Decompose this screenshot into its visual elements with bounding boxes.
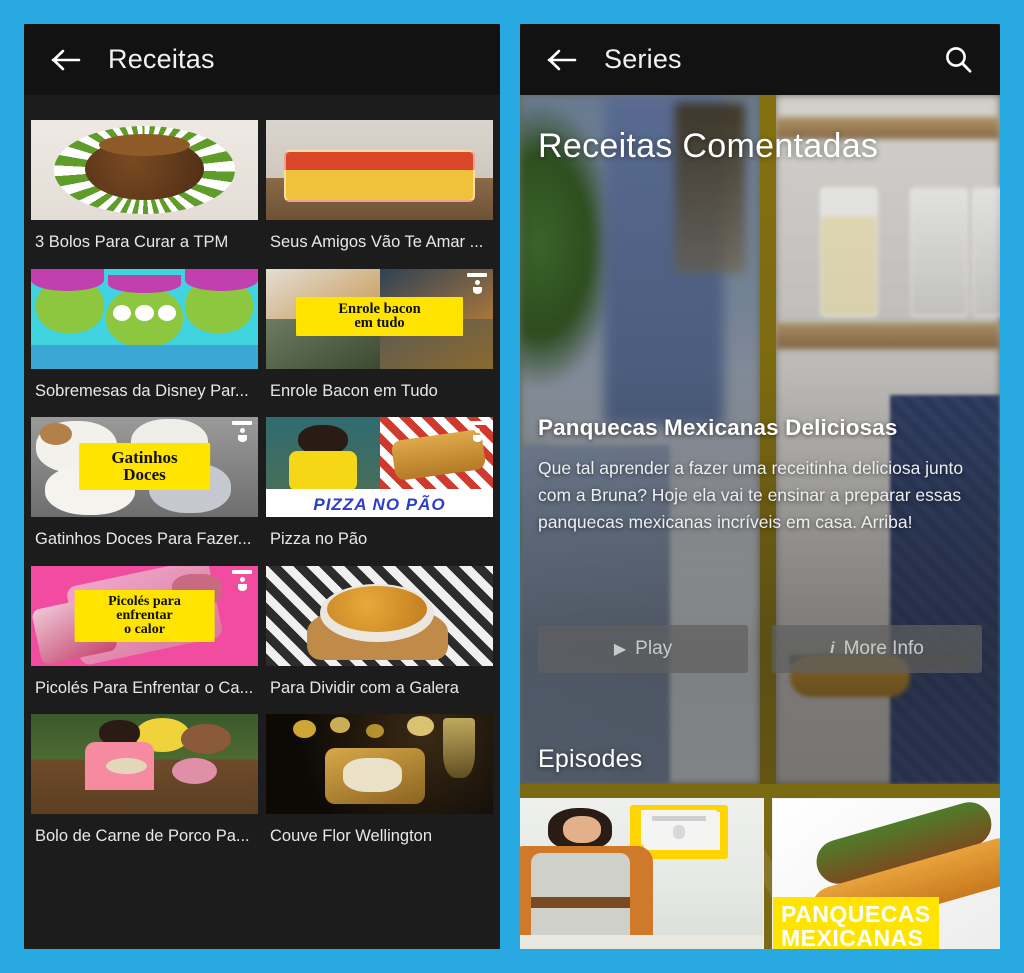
hero-action-buttons: ▶ Play i More Info bbox=[538, 625, 982, 673]
featured-episode-description: Que tal aprender a fazer uma receitinha … bbox=[538, 458, 964, 533]
page-title: Series bbox=[604, 44, 682, 74]
more-info-button-label: More Info bbox=[843, 638, 924, 659]
left-appbar: Receitas bbox=[24, 24, 500, 95]
more-options-icon[interactable] bbox=[467, 421, 487, 443]
thumbnail-overlay-text: Enrole bacon em tudo bbox=[295, 296, 464, 337]
play-button-label: Play bbox=[635, 638, 673, 659]
screenshot-stage: Receitas 3 Bolos Para Curar a TPM Seus A… bbox=[0, 0, 1024, 973]
play-icon: ▶ bbox=[613, 641, 627, 658]
episode-card[interactable]: PANQUECASMEXICANAS Panquecas Mexicanas D… bbox=[772, 798, 1000, 949]
thumbnail-art bbox=[31, 268, 258, 369]
recipe-thumbnail: Enrole bacon em tudo bbox=[266, 268, 493, 369]
hero-content: Receitas Comentadas Panquecas Mexicanas … bbox=[520, 95, 1000, 784]
episode-thumbnail bbox=[520, 798, 764, 949]
thumbnail-art bbox=[31, 120, 258, 220]
episodes-section: MENTADAS de Prali... bbox=[520, 784, 1000, 949]
recipe-title: Sobremesas da Disney Par... bbox=[35, 381, 249, 400]
thumbnail-art bbox=[520, 799, 763, 949]
recipe-title: Gatinhos Doces Para Fazer... bbox=[35, 530, 252, 548]
recipes-grid: 3 Bolos Para Curar a TPM Seus Amigos Vão… bbox=[24, 120, 500, 863]
recipe-card[interactable]: 3 Bolos Para Curar a TPM bbox=[31, 120, 258, 269]
recipe-title: Para Dividir com a Galera bbox=[270, 678, 459, 697]
page-title: Receitas bbox=[108, 44, 215, 74]
thumbnail-art bbox=[31, 714, 258, 814]
recipe-thumbnail bbox=[266, 120, 493, 220]
recipe-card[interactable]: Couve Flor Wellington bbox=[266, 714, 493, 863]
thumbnail-overlay-text: PANQUECAS MEXICANAS bbox=[773, 897, 939, 949]
recipe-card[interactable]: Picolés para enfrentar o calor Picolés Par… bbox=[31, 565, 258, 715]
play-button[interactable]: ▶ Play bbox=[538, 625, 748, 673]
recipe-title: Bolo de Carne de Porco Pa... bbox=[35, 827, 250, 845]
recipe-title: Couve Flor Wellington bbox=[270, 827, 433, 845]
info-icon: i bbox=[830, 640, 835, 657]
recipe-thumbnail: Gatinhos Doces bbox=[31, 417, 258, 517]
right-phone-panel: Series Receitas Comentadas Panquecas Mex… bbox=[520, 24, 1000, 949]
arrow-left-icon bbox=[51, 49, 81, 70]
recipe-title: Picolés Para Enfrentar o Ca... bbox=[35, 678, 254, 697]
arrow-left-icon bbox=[547, 49, 577, 70]
recipe-thumbnail bbox=[31, 268, 258, 369]
recipe-thumbnail: Picolés para enfrentar o calor bbox=[31, 565, 258, 666]
more-options-icon[interactable] bbox=[232, 569, 252, 592]
recipe-card[interactable]: Sobremesas da Disney Par... bbox=[31, 268, 258, 418]
more-options-icon[interactable] bbox=[232, 421, 252, 443]
back-button[interactable] bbox=[44, 38, 88, 82]
recipe-thumbnail: PIZZA NO PÃO bbox=[266, 417, 493, 517]
recipe-card[interactable]: Enrole bacon em tudo Enrole Bacon em Tudo bbox=[266, 268, 493, 418]
thumbnail-art bbox=[266, 714, 493, 814]
back-button[interactable] bbox=[540, 38, 584, 82]
thumbnail-overlay-text: Picolés para enfrentar o calor bbox=[74, 589, 215, 643]
episodes-heading: Episodes bbox=[538, 745, 643, 773]
recipe-card[interactable]: Bolo de Carne de Porco Pa... bbox=[31, 714, 258, 863]
recipe-thumbnail bbox=[266, 565, 493, 666]
left-phone-panel: Receitas 3 Bolos Para Curar a TPM Seus A… bbox=[24, 24, 500, 949]
recipe-title: 3 Bolos Para Curar a TPM bbox=[35, 233, 229, 251]
search-icon bbox=[946, 46, 972, 73]
thumbnail-overlay-text: Gatinhos Doces bbox=[78, 443, 211, 490]
recipe-title: Enrole Bacon em Tudo bbox=[270, 381, 438, 400]
recipe-title: Pizza no Pão bbox=[270, 530, 368, 548]
recipe-thumbnail bbox=[31, 120, 258, 220]
more-options-icon[interactable] bbox=[467, 272, 487, 295]
right-appbar: Series bbox=[520, 24, 1000, 95]
featured-episode-title: Panquecas Mexicanas Deliciosas bbox=[538, 415, 898, 440]
recipe-thumbnail bbox=[31, 714, 258, 814]
recipe-card[interactable]: Seus Amigos Vão Te Amar ... bbox=[266, 120, 493, 269]
episode-thumbnail: PANQUECAS MEXICANAS bbox=[772, 798, 1000, 949]
recipe-title: Seus Amigos Vão Te Amar ... bbox=[270, 233, 484, 251]
recipes-scroll-area[interactable]: 3 Bolos Para Curar a TPM Seus Amigos Vão… bbox=[24, 95, 500, 949]
episodes-carousel[interactable]: de Prali... PANQUECASMEXICANAS Panquecas… bbox=[520, 784, 1000, 949]
thumbnail-art bbox=[266, 120, 493, 220]
series-hero: Receitas Comentadas Panquecas Mexicanas … bbox=[520, 95, 1000, 784]
recipe-thumbnail bbox=[266, 714, 493, 814]
recipe-card[interactable]: Para Dividir com a Galera bbox=[266, 565, 493, 715]
recipe-card[interactable]: PIZZA NO PÃO Pizza no Pão bbox=[266, 417, 493, 566]
recipe-card[interactable]: Gatinhos Doces Gatinhos Doces Para Fazer.… bbox=[31, 417, 258, 566]
search-button[interactable] bbox=[936, 38, 980, 82]
series-title: Receitas Comentadas bbox=[538, 127, 879, 165]
more-info-button[interactable]: i More Info bbox=[772, 625, 982, 673]
thumbnail-overlay-text: PIZZA NO PÃO bbox=[313, 495, 446, 514]
thumbnail-art bbox=[266, 565, 493, 666]
episode-card[interactable]: de Prali... bbox=[520, 798, 764, 949]
